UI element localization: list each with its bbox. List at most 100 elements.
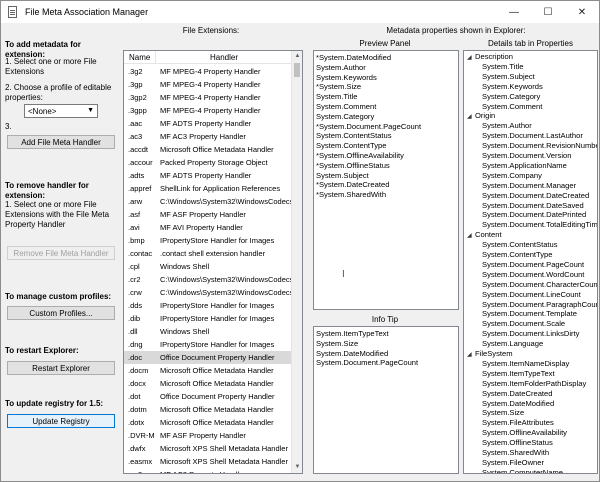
scroll-down-icon[interactable]: ▼	[292, 462, 302, 473]
tree-item[interactable]: System.Language	[482, 339, 543, 349]
tree-item[interactable]: System.OfflineStatus	[482, 438, 553, 448]
preview-panel-list[interactable]: *System.DateModified System.Author System.…	[313, 50, 459, 310]
tree-item[interactable]: System.ItemFolderPathDisplay	[482, 379, 586, 389]
table-row[interactable]: .avi MF AVI Property Handler	[124, 221, 292, 234]
tree-group[interactable]: ◢ Origin	[467, 111, 495, 121]
tree-item[interactable]: System.OfflineAvailability	[482, 428, 567, 438]
tree-item[interactable]: System.Document.CharacterCount	[482, 280, 597, 290]
custom-profiles-button[interactable]: Custom Profiles...	[7, 306, 115, 320]
table-row[interactable]: .ac3 MF AC3 Property Handler	[124, 130, 292, 143]
tree-item[interactable]: System.Document.PageCount	[482, 260, 584, 270]
tree-item[interactable]: System.ComputerName	[482, 468, 563, 473]
tree-item[interactable]: System.DateModified	[482, 399, 554, 409]
tree-item[interactable]: System.Comment	[482, 102, 542, 112]
list-item[interactable]: System.ContentType	[316, 141, 421, 151]
table-row[interactable]: .accdt Microsoft Office Metadata Handler	[124, 143, 292, 156]
list-item[interactable]: *System.Size	[316, 82, 421, 92]
list-item[interactable]: *System.DateCreated	[316, 180, 421, 190]
expand-triangle-icon[interactable]: ◢	[467, 53, 475, 63]
update-registry-button[interactable]: Update Registry	[7, 414, 115, 428]
tree-item[interactable]: System.SharedWith	[482, 448, 549, 458]
details-tab-tree[interactable]: ◢ Description System.Title System.Subject Sy…	[463, 50, 598, 474]
list-item[interactable]: System.Subject	[316, 171, 421, 181]
list-item[interactable]: System.Document.PageCount	[316, 358, 418, 368]
table-row[interactable]: .cpl Windows Shell	[124, 260, 292, 273]
table-row[interactable]: .cr2 C:\Windows\System32\WindowsCodecsR	[124, 273, 292, 286]
table-row[interactable]: .doc Office Document Property Handler	[124, 351, 292, 364]
table-row[interactable]: .adts MF ADTS Property Handler	[124, 169, 292, 182]
tree-item[interactable]: System.Document.Version	[482, 151, 571, 161]
table-row[interactable]: .crw C:\Windows\System32\WindowsCodecsR	[124, 286, 292, 299]
title-bar[interactable]: File Meta Association Manager — ☐ ✕	[1, 1, 599, 23]
tree-item[interactable]: System.Document.DateCreated	[482, 191, 589, 201]
column-header-handler[interactable]: Handler	[156, 51, 292, 63]
table-row[interactable]: .appref ShellLink for Application Referen…	[124, 182, 292, 195]
scroll-up-icon[interactable]: ▲	[292, 51, 302, 62]
tree-item[interactable]: System.FileAttributes	[482, 418, 554, 428]
list-item[interactable]: System.ItemTypeText	[316, 329, 418, 339]
table-row[interactable]: .dot Office Document Property Handler	[124, 390, 292, 403]
add-file-meta-handler-button[interactable]: Add File Meta Handler	[7, 135, 115, 149]
tree-item[interactable]: System.Document.Template	[482, 309, 577, 319]
table-row[interactable]: .docm Microsoft Office Metadata Handler	[124, 364, 292, 377]
tree-group[interactable]: ◢ FileSystem	[467, 349, 513, 359]
expand-triangle-icon[interactable]: ◢	[467, 112, 475, 122]
tree-item[interactable]: System.ItemNameDisplay	[482, 359, 569, 369]
table-row[interactable]: .contac .contact shell extension handler	[124, 247, 292, 260]
table-row[interactable]: .dotm Microsoft Office Metadata Handler	[124, 403, 292, 416]
list-item[interactable]: System.Title	[316, 92, 421, 102]
list-item[interactable]: *System.OfflineAvailability	[316, 151, 421, 161]
table-row[interactable]: .dng IPropertyStore Handler for Images	[124, 338, 292, 351]
tree-item[interactable]: System.Document.LastAuthor	[482, 131, 583, 141]
expand-triangle-icon[interactable]: ◢	[467, 350, 475, 360]
tree-item[interactable]: System.Document.DateSaved	[482, 201, 584, 211]
tree-item[interactable]: System.DateCreated	[482, 389, 552, 399]
restart-explorer-button[interactable]: Restart Explorer	[7, 361, 115, 375]
table-row[interactable]: .dotx Microsoft Office Metadata Handler	[124, 416, 292, 429]
tree-item[interactable]: System.Document.ParagraphCount	[482, 300, 597, 310]
table-row[interactable]: .ec3MF AC3 Property Handler	[124, 468, 292, 473]
info-tip-list[interactable]: System.ItemTypeText System.Size System.Dat…	[313, 326, 459, 474]
scroll-thumb[interactable]	[294, 63, 300, 77]
table-row[interactable]: .3gp2 MF MPEG-4 Property Handler	[124, 91, 292, 104]
tree-item[interactable]: System.Keywords	[482, 82, 543, 92]
list-item[interactable]: System.Category	[316, 112, 421, 122]
vertical-scrollbar[interactable]: ▲ ▼	[291, 51, 302, 473]
tree-item[interactable]: System.FileOwner	[482, 458, 544, 468]
tree-item[interactable]: System.Document.RevisionNumber	[482, 141, 597, 151]
tree-item[interactable]: System.ApplicationName	[482, 161, 567, 171]
table-row[interactable]: .3g2 MF MPEG-4 Property Handler	[124, 65, 292, 78]
tree-item[interactable]: System.Document.DatePrinted	[482, 210, 586, 220]
minimize-button[interactable]: —	[497, 1, 531, 23]
list-item[interactable]: *System.OfflineStatus	[316, 161, 421, 171]
tree-item[interactable]: System.Document.WordCount	[482, 270, 584, 280]
list-item[interactable]: *System.SharedWith	[316, 190, 421, 200]
tree-item[interactable]: System.Document.LinksDirty	[482, 329, 579, 339]
close-button[interactable]: ✕	[565, 1, 599, 23]
tree-item[interactable]: System.Document.Manager	[482, 181, 576, 191]
table-row[interactable]: .asf MF ASF Property Handler	[124, 208, 292, 221]
tree-item[interactable]: System.ContentStatus	[482, 240, 558, 250]
table-row[interactable]: .aac MF ADTS Property Handler	[124, 117, 292, 130]
list-item[interactable]: System.DateModified	[316, 349, 418, 359]
table-row[interactable]: .dib IPropertyStore Handler for Images	[124, 312, 292, 325]
table-row[interactable]: .3gp MF MPEG-4 Property Handler	[124, 78, 292, 91]
table-row[interactable]: .arw C:\Windows\System32\WindowsCodecsR	[124, 195, 292, 208]
tree-item[interactable]: System.Document.TotalEditingTime	[482, 220, 597, 230]
tree-item[interactable]: System.ItemTypeText	[482, 369, 555, 379]
list-item[interactable]: System.ContentStatus	[316, 131, 421, 141]
table-row[interactable]: .docx Microsoft Office Metadata Handler	[124, 377, 292, 390]
table-row[interactable]: .dds IPropertyStore Handler for Images	[124, 299, 292, 312]
tree-item[interactable]: System.Subject	[482, 72, 535, 82]
list-item[interactable]: System.Size	[316, 339, 418, 349]
list-item[interactable]: *System.DateModified	[316, 53, 421, 63]
tree-item[interactable]: System.Title	[482, 62, 524, 72]
table-row[interactable]: .DVR-M MF ASF Property Handler	[124, 429, 292, 442]
table-row[interactable]: .3gpp MF MPEG-4 Property Handler	[124, 104, 292, 117]
list-item[interactable]: System.Comment	[316, 102, 421, 112]
tree-item[interactable]: System.Author	[482, 121, 532, 131]
column-header-name[interactable]: Name	[124, 51, 156, 63]
table-row[interactable]: .easmx Microsoft XPS Shell Metadata Handl…	[124, 455, 292, 468]
expand-triangle-icon[interactable]: ◢	[467, 231, 475, 241]
table-row[interactable]: .dwfx Microsoft XPS Shell Metadata Handle…	[124, 442, 292, 455]
